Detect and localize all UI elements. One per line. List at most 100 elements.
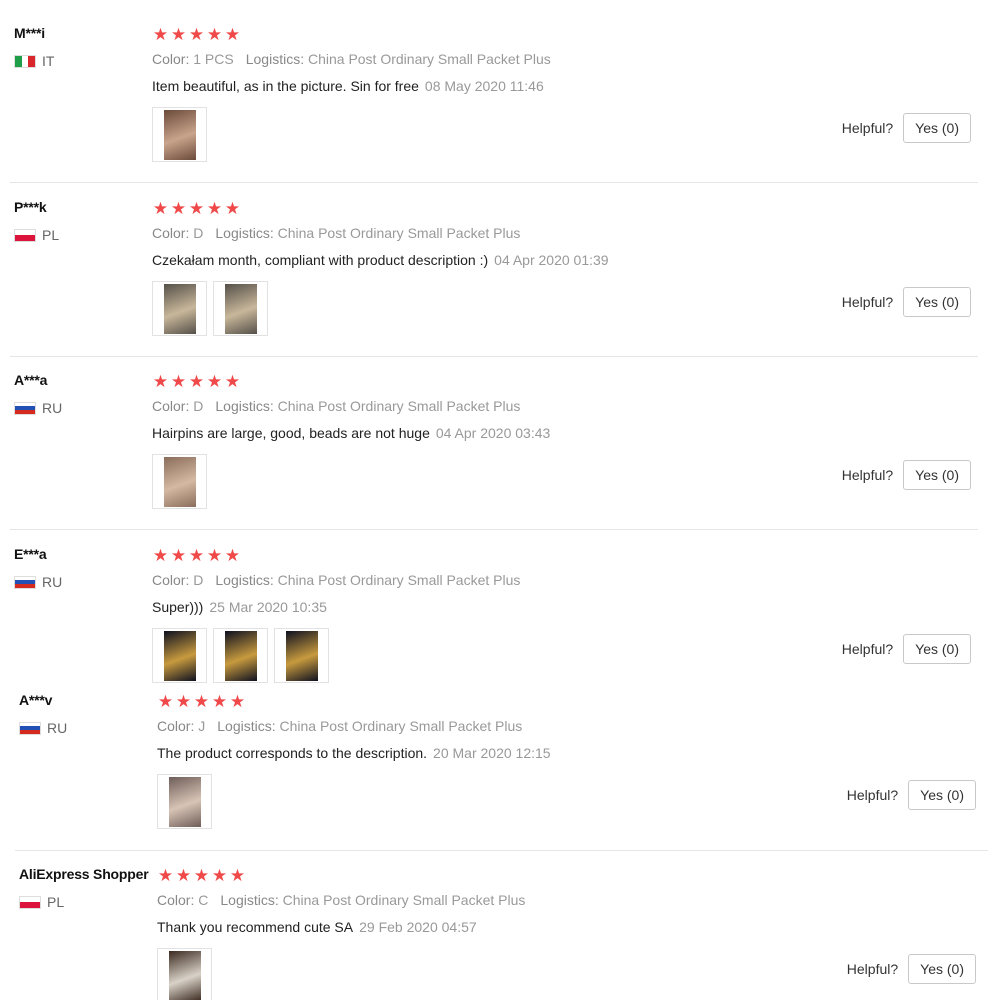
reviewer-name: E***a — [14, 546, 47, 562]
photo-thumbnail — [168, 950, 201, 1000]
review-photo[interactable] — [213, 628, 268, 683]
star-rating: ★ ★ ★ ★ ★ — [157, 693, 246, 710]
logistics-value: China Post Ordinary Small Packet Plus — [282, 892, 526, 908]
color-value: 1 PCS — [193, 51, 234, 67]
star-icon: ★ — [206, 199, 223, 218]
review-photo[interactable] — [213, 281, 268, 336]
star-icon: ★ — [175, 692, 192, 711]
star-icon: ★ — [193, 866, 210, 885]
review-photos — [157, 774, 212, 829]
star-icon: ★ — [211, 692, 228, 711]
star-icon: ★ — [224, 25, 241, 44]
star-icon: ★ — [170, 372, 187, 391]
photo-thumbnail — [285, 630, 318, 681]
star-icon: ★ — [152, 25, 169, 44]
reviewer-name: M***i — [14, 25, 45, 41]
review-date: 04 Apr 2020 01:39 — [494, 252, 609, 268]
star-icon: ★ — [157, 866, 174, 885]
flag-icon — [14, 228, 36, 242]
helpful-vote: Helpful? Yes (0) — [847, 780, 976, 810]
review-photos — [152, 281, 268, 336]
star-icon: ★ — [175, 866, 192, 885]
review-text: Thank you recommend cute SA 29 Feb 2020 0… — [157, 919, 477, 935]
reviewer-name: A***a — [14, 372, 48, 388]
star-rating: ★ ★ ★ ★ ★ — [152, 200, 241, 217]
photo-thumbnail — [163, 109, 196, 160]
logistics-value: China Post Ordinary Small Packet Plus — [279, 718, 523, 734]
review-date: 08 May 2020 11:46 — [424, 78, 544, 94]
review-date: 29 Feb 2020 04:57 — [359, 919, 477, 935]
helpful-vote: Helpful? Yes (0) — [842, 460, 971, 490]
star-icon: ★ — [229, 692, 246, 711]
review-photos — [152, 454, 207, 509]
photo-thumbnail — [163, 283, 196, 334]
helpful-label: Helpful? — [846, 787, 899, 803]
star-icon: ★ — [152, 546, 169, 565]
country-code: RU — [42, 400, 63, 416]
review-body: Super))) — [152, 599, 204, 615]
reviewer-country: PL — [14, 227, 59, 243]
star-icon: ★ — [157, 692, 174, 711]
review-photo[interactable] — [152, 107, 207, 162]
helpful-yes-button[interactable]: Yes (0) — [903, 113, 971, 143]
photo-thumbnail — [163, 456, 196, 507]
helpful-yes-button[interactable]: Yes (0) — [908, 780, 976, 810]
flag-icon — [14, 401, 36, 415]
review-divider — [15, 850, 988, 851]
review-photo[interactable] — [152, 454, 207, 509]
star-icon: ★ — [152, 199, 169, 218]
helpful-yes-button[interactable]: Yes (0) — [903, 287, 971, 317]
star-icon: ★ — [170, 546, 187, 565]
color-value: D — [193, 398, 204, 414]
logistics-label: Logistics: — [245, 51, 305, 67]
color-value: D — [193, 225, 204, 241]
star-icon: ★ — [206, 372, 223, 391]
color-label: Color: — [157, 892, 195, 908]
country-code: PL — [42, 227, 60, 243]
logistics-value: China Post Ordinary Small Packet Plus — [307, 51, 551, 67]
review-photo[interactable] — [274, 628, 329, 683]
star-rating: ★ ★ ★ ★ ★ — [152, 26, 241, 43]
country-code: IT — [42, 53, 55, 69]
star-rating: ★ ★ ★ ★ ★ — [157, 867, 246, 884]
photo-thumbnail — [224, 283, 257, 334]
review-photos — [152, 107, 207, 162]
star-icon: ★ — [211, 866, 228, 885]
review-text: Hairpins are large, good, beads are not … — [152, 425, 550, 441]
review-photo[interactable] — [157, 774, 212, 829]
logistics-label: Logistics: — [215, 225, 274, 241]
review-photo[interactable] — [152, 281, 207, 336]
reviewer-country: RU — [14, 574, 62, 590]
review-text: Super))) 25 Mar 2020 10:35 — [152, 599, 327, 615]
review-photo[interactable] — [157, 948, 212, 1000]
helpful-label: Helpful? — [841, 294, 894, 310]
photo-thumbnail — [168, 776, 201, 827]
country-code: RU — [47, 720, 68, 736]
color-label: Color: — [152, 572, 190, 588]
flag-icon — [14, 54, 36, 68]
color-value: C — [198, 892, 209, 908]
color-label: Color: — [152, 51, 190, 67]
review-divider — [10, 356, 978, 357]
helpful-vote: Helpful? Yes (0) — [847, 954, 976, 984]
reviewer-country: PL — [19, 894, 64, 910]
helpful-yes-button[interactable]: Yes (0) — [903, 634, 971, 664]
review-body: Item beautiful, as in the picture. Sin f… — [152, 78, 419, 94]
star-icon: ★ — [170, 25, 187, 44]
helpful-vote: Helpful? Yes (0) — [842, 634, 971, 664]
star-icon: ★ — [206, 25, 223, 44]
star-icon: ★ — [188, 372, 205, 391]
helpful-label: Helpful? — [841, 467, 894, 483]
review-photos — [157, 948, 212, 1000]
review-photos — [152, 628, 329, 683]
helpful-yes-button[interactable]: Yes (0) — [908, 954, 976, 984]
reviewer-country: IT — [14, 53, 54, 69]
helpful-yes-button[interactable]: Yes (0) — [903, 460, 971, 490]
review-date: 20 Mar 2020 12:15 — [433, 745, 551, 761]
review-photo[interactable] — [152, 628, 207, 683]
logistics-label: Logistics: — [215, 572, 274, 588]
review-divider — [10, 529, 978, 530]
review-divider — [10, 182, 978, 183]
color-value: J — [198, 718, 206, 734]
helpful-vote: Helpful? Yes (0) — [842, 113, 971, 143]
